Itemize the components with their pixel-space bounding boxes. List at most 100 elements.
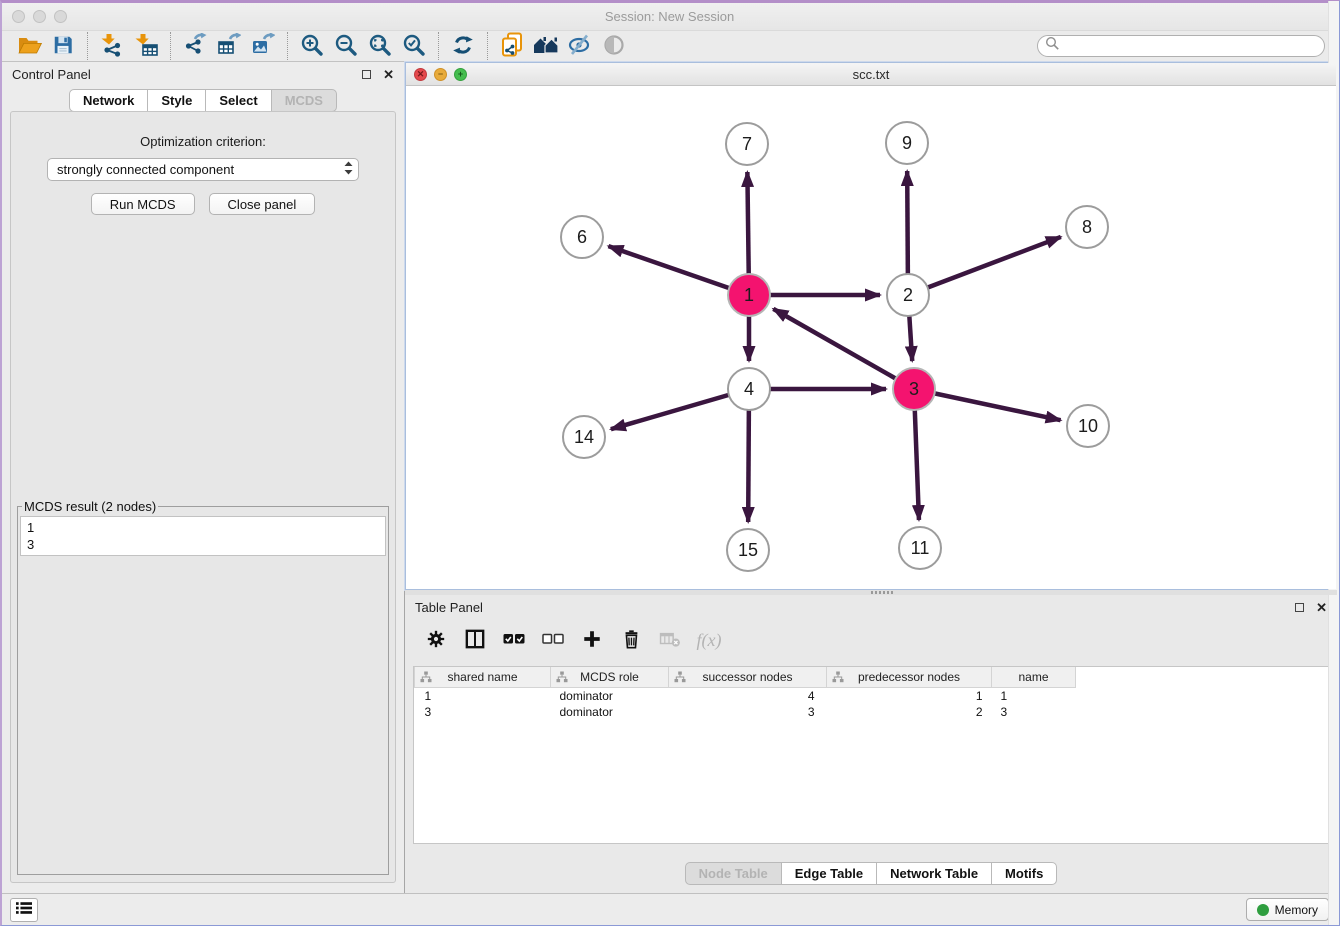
table-columns-button[interactable] (460, 626, 490, 654)
cell-name[interactable]: 3 (992, 704, 1076, 720)
search-icon (1045, 36, 1060, 56)
unselect-all-button[interactable] (538, 626, 568, 654)
export-image-button[interactable] (246, 32, 280, 61)
eye-disabled-button[interactable] (597, 32, 631, 61)
cell-successor-nodes[interactable]: 3 (669, 704, 827, 720)
zoom-out-icon (334, 33, 358, 60)
tab-network[interactable]: Network (69, 89, 148, 112)
function-builder-button[interactable]: f(x) (694, 626, 724, 654)
graph-svg[interactable]: 7 9 6 8 1 2 4 3 14 10 15 11 (406, 86, 1334, 588)
window-controls (12, 10, 67, 23)
import-table-button[interactable] (129, 32, 163, 61)
task-history-button[interactable] (10, 898, 38, 922)
criterion-dropdown[interactable]: strongly connected component (47, 158, 359, 181)
column-header-successor-nodes[interactable]: successor nodes (669, 667, 827, 687)
zoom-in-button[interactable] (295, 32, 329, 61)
graph-node-15[interactable]: 15 (727, 529, 769, 571)
column-header-shared-name[interactable]: shared name (415, 667, 551, 687)
graph-node-2[interactable]: 2 (887, 274, 929, 316)
graph-edge-3-10[interactable] (914, 389, 1061, 420)
graph-node-4[interactable]: 4 (728, 368, 770, 410)
tab-node-table[interactable]: Node Table (685, 862, 782, 885)
close-window-button[interactable] (12, 10, 25, 23)
run-mcds-button[interactable]: Run MCDS (91, 193, 195, 215)
graph-node-14[interactable]: 14 (563, 416, 605, 458)
close-panel-icon[interactable]: ✕ (383, 70, 394, 79)
tab-edge-table[interactable]: Edge Table (781, 862, 877, 885)
float-table-panel-icon[interactable] (1295, 603, 1304, 612)
tab-select[interactable]: Select (205, 89, 271, 112)
svg-text:4: 4 (744, 379, 754, 399)
mcds-result-text[interactable]: 1 3 (20, 516, 386, 556)
export-network-button[interactable] (178, 32, 212, 61)
table-row[interactable]: 1 dominator 4 1 1 (415, 687, 1076, 704)
graph-node-1[interactable]: 1 (728, 274, 770, 316)
toggle-graphics-details-button[interactable] (563, 32, 597, 61)
hierarchy-icon (832, 671, 844, 686)
cell-mcds-role[interactable]: dominator (551, 704, 669, 720)
zoom-fit-button[interactable] (363, 32, 397, 61)
graph-edge-2-8[interactable] (908, 237, 1061, 295)
window-title: Session: New Session (2, 9, 1337, 24)
export-table-button[interactable] (212, 32, 246, 61)
table-settings-button[interactable] (421, 626, 451, 654)
svg-text:11: 11 (911, 538, 930, 558)
open-folder-icon (17, 34, 42, 59)
main-area: Control Panel ✕ Network Style Select MCD… (2, 62, 1337, 893)
close-table-panel-icon[interactable]: ✕ (1316, 603, 1327, 612)
graph-edge-1-6[interactable] (608, 246, 749, 295)
select-all-button[interactable] (499, 626, 529, 654)
graph-node-11[interactable]: 11 (899, 527, 941, 569)
zoom-selected-button[interactable] (397, 32, 431, 61)
column-header-name[interactable]: name (992, 667, 1076, 687)
cell-predecessor-nodes[interactable]: 2 (827, 704, 992, 720)
cell-mcds-role[interactable]: dominator (551, 687, 669, 704)
open-file-button[interactable] (12, 32, 46, 61)
save-session-button[interactable] (46, 32, 80, 61)
tab-network-table[interactable]: Network Table (876, 862, 992, 885)
graph-node-8[interactable]: 8 (1066, 206, 1108, 248)
home-button[interactable] (529, 32, 563, 61)
search-input[interactable] (1060, 39, 1317, 53)
tab-motifs[interactable]: Motifs (991, 862, 1057, 885)
close-panel-button[interactable]: Close panel (209, 193, 316, 215)
maximize-window-button[interactable] (54, 10, 67, 23)
export-table-icon (217, 33, 241, 60)
column-header-predecessor-nodes[interactable]: predecessor nodes (827, 667, 992, 687)
table-row[interactable]: 3 dominator 3 2 3 (415, 704, 1076, 720)
add-row-button[interactable] (577, 626, 607, 654)
graph-node-9[interactable]: 9 (886, 122, 928, 164)
column-header-mcds-role[interactable]: MCDS role (551, 667, 669, 687)
cell-predecessor-nodes[interactable]: 1 (827, 687, 992, 704)
network-minimize-button[interactable]: − (434, 68, 447, 81)
graph-node-3[interactable]: 3 (893, 368, 935, 410)
network-close-button[interactable]: ✕ (414, 68, 427, 81)
import-network-button[interactable] (95, 32, 129, 61)
graph-node-10[interactable]: 10 (1067, 405, 1109, 447)
delete-row-button[interactable] (616, 626, 646, 654)
tab-style[interactable]: Style (147, 89, 206, 112)
toolbar-separator (87, 32, 88, 60)
status-bar: Memory (2, 893, 1337, 925)
zoom-out-button[interactable] (329, 32, 363, 61)
cell-shared-name[interactable]: 3 (415, 704, 551, 720)
delete-table-button[interactable] (655, 626, 685, 654)
network-maximize-button[interactable]: + (454, 68, 467, 81)
horizontal-splitter[interactable] (405, 590, 1337, 595)
refresh-layout-button[interactable] (446, 32, 480, 61)
cell-shared-name[interactable]: 1 (415, 687, 551, 704)
tab-mcds[interactable]: MCDS (271, 89, 337, 112)
graph-node-7[interactable]: 7 (726, 123, 768, 165)
clone-network-button[interactable] (495, 32, 529, 61)
cell-name[interactable]: 1 (992, 687, 1076, 704)
memory-button[interactable]: Memory (1246, 898, 1329, 921)
float-panel-icon[interactable] (362, 70, 371, 79)
control-panel-header: Control Panel ✕ (2, 62, 404, 85)
cell-successor-nodes[interactable]: 4 (669, 687, 827, 704)
graph-edge-3-1[interactable] (773, 309, 914, 389)
network-window-titlebar: ✕ − + scc.txt (406, 63, 1336, 86)
minimize-window-button[interactable] (33, 10, 46, 23)
network-canvas[interactable]: 7 9 6 8 1 2 4 3 14 10 15 11 (406, 86, 1336, 589)
graph-node-6[interactable]: 6 (561, 216, 603, 258)
dropdown-stepper-icon (343, 160, 354, 179)
